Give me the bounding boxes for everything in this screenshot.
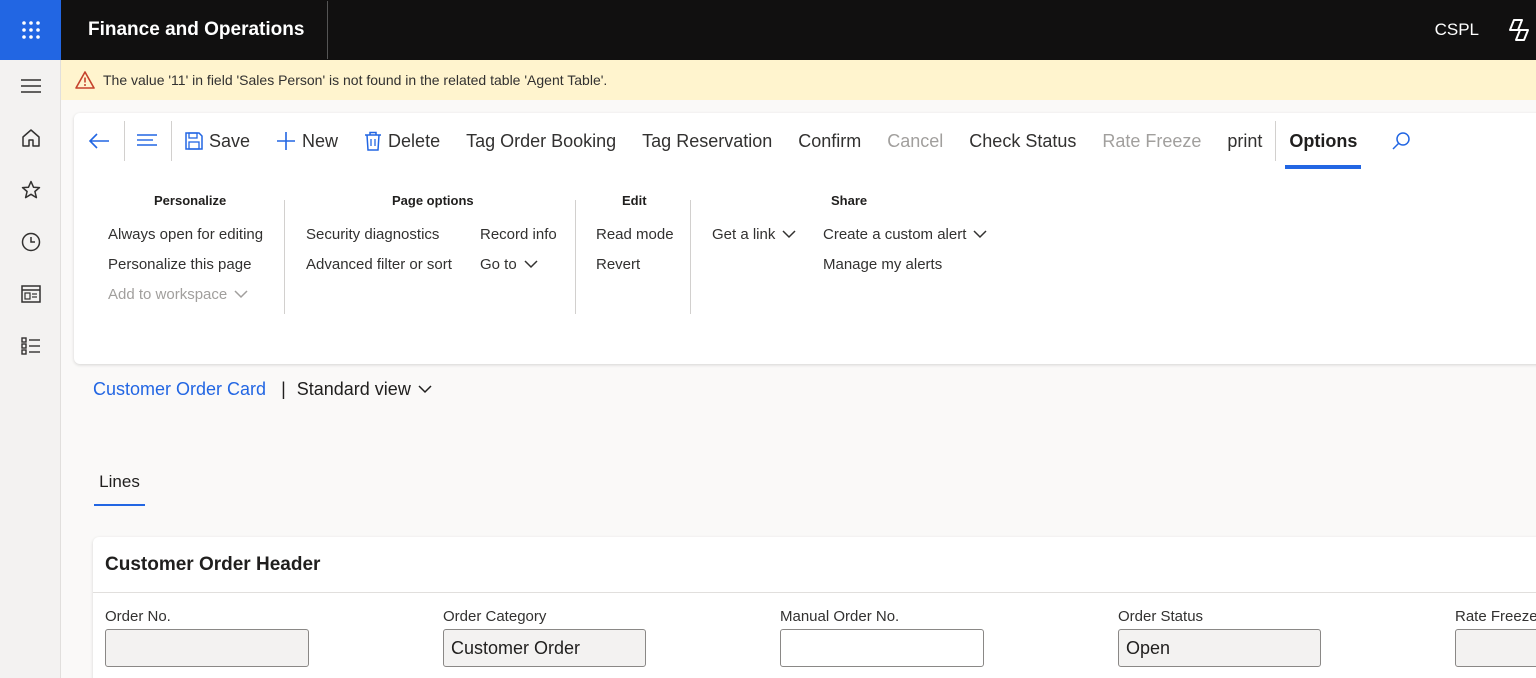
manual-order-no-field[interactable]	[780, 629, 984, 667]
save-button[interactable]: Save	[172, 121, 263, 161]
order-category-field[interactable]	[443, 629, 646, 667]
record-info[interactable]: Record info	[480, 226, 557, 243]
check-status-button[interactable]: Check Status	[956, 121, 1089, 161]
go-to-menu[interactable]: Go to	[480, 256, 538, 273]
customer-order-header-card: Customer Order Header Order No. Order Ca…	[93, 537, 1536, 678]
security-diagnostics[interactable]: Security diagnostics	[306, 226, 439, 243]
delete-button[interactable]: Delete	[351, 121, 453, 161]
order-no-label: Order No.	[105, 608, 171, 625]
go-to-label: Go to	[480, 256, 517, 273]
rate-freeze-label: Rate Freeze	[1455, 608, 1536, 625]
view-selector[interactable]: Standard view	[297, 379, 432, 400]
order-no-field[interactable]	[105, 629, 309, 667]
chevron-down-icon	[234, 290, 248, 299]
star-icon	[21, 180, 40, 199]
warning-message: The value '11' in field 'Sales Person' i…	[103, 72, 608, 88]
manual-order-no-label: Manual Order No.	[780, 608, 900, 625]
group-title: Edit	[622, 193, 647, 208]
tag-reservation-button[interactable]: Tag Reservation	[629, 121, 785, 161]
back-arrow-icon	[88, 133, 109, 149]
trash-icon	[365, 131, 382, 151]
read-mode[interactable]: Read mode	[596, 226, 674, 243]
advanced-filter-or-sort[interactable]: Advanced filter or sort	[306, 256, 452, 273]
group-edit: Edit Read mode Revert	[576, 189, 690, 314]
home-icon	[21, 129, 40, 147]
app-title[interactable]: Finance and Operations	[61, 1, 328, 59]
hamburger-icon	[20, 79, 41, 93]
rate-freeze-field[interactable]	[1455, 629, 1536, 667]
chevron-down-icon	[973, 230, 987, 239]
back-button[interactable]	[74, 121, 124, 161]
search-actions-button[interactable]	[1361, 121, 1431, 161]
workspace-icon	[20, 285, 41, 303]
rate-freeze-button[interactable]: Rate Freeze	[1089, 121, 1214, 161]
tab-lines[interactable]: Lines	[94, 472, 145, 506]
cancel-button[interactable]: Cancel	[874, 121, 956, 161]
breadcrumb-separator: |	[281, 379, 286, 399]
order-status-field[interactable]	[1118, 629, 1321, 667]
search-icon	[1392, 132, 1411, 150]
nav-workspaces[interactable]	[0, 268, 61, 320]
waffle-icon	[21, 21, 40, 39]
section-divider	[93, 592, 1536, 593]
delete-label: Delete	[388, 130, 441, 151]
save-icon	[185, 132, 203, 150]
plus-icon	[277, 132, 296, 150]
save-label: Save	[209, 130, 251, 151]
chevron-down-icon	[782, 230, 796, 239]
nav-favorites[interactable]	[0, 164, 61, 216]
new-label: New	[302, 130, 339, 151]
app-launcher-button[interactable]	[0, 0, 61, 60]
order-category-label: Order Category	[443, 608, 547, 625]
group-share: Share Get a link Create a custom alert M…	[691, 189, 1011, 314]
action-toolbar: Save New Delete Tag Order Booking Tag Re…	[74, 113, 1431, 169]
action-pane: Save New Delete Tag Order Booking Tag Re…	[74, 113, 1536, 364]
list-icon	[20, 337, 40, 355]
copilot-button[interactable]	[1506, 18, 1532, 47]
nav-recent[interactable]	[0, 216, 61, 268]
get-a-link[interactable]: Get a link	[712, 226, 796, 243]
copilot-icon	[1509, 19, 1529, 41]
get-a-link-label: Get a link	[712, 226, 776, 243]
group-title: Page options	[392, 193, 474, 208]
warning-icon	[75, 71, 95, 89]
nav-home[interactable]	[0, 112, 61, 164]
warning-banner: The value '11' in field 'Sales Person' i…	[61, 60, 1536, 100]
company-picker[interactable]: CSPL	[1435, 20, 1479, 40]
chevron-down-icon	[418, 385, 432, 394]
create-custom-alert-label: Create a custom alert	[823, 226, 967, 243]
group-title: Personalize	[154, 193, 227, 208]
nav-modules[interactable]	[0, 320, 61, 372]
view-selector-label: Standard view	[296, 379, 411, 399]
clock-icon	[21, 232, 40, 252]
list-lines-icon	[137, 134, 157, 146]
add-to-workspace-label: Add to workspace	[108, 286, 228, 303]
group-title: Share	[831, 193, 868, 208]
page-title-link[interactable]: Customer Order Card	[93, 379, 266, 400]
chevron-down-icon	[524, 260, 538, 269]
personalize-this-page[interactable]: Personalize this page	[108, 256, 251, 273]
tab-options[interactable]: Options	[1285, 113, 1362, 169]
navigation-rail	[0, 60, 61, 678]
group-page-options: Page options Security diagnostics Advanc…	[285, 189, 575, 314]
new-button[interactable]: New	[263, 121, 351, 161]
order-status-label: Order Status	[1118, 608, 1204, 625]
show-list-button[interactable]	[125, 121, 171, 161]
expand-navigation-button[interactable]	[0, 60, 61, 112]
revert[interactable]: Revert	[596, 256, 640, 273]
section-title[interactable]: Customer Order Header	[105, 554, 320, 576]
add-to-workspace[interactable]: Add to workspace	[108, 286, 248, 303]
manage-my-alerts[interactable]: Manage my alerts	[823, 256, 942, 273]
confirm-button[interactable]: Confirm	[785, 121, 874, 161]
tag-order-booking-button[interactable]: Tag Order Booking	[453, 121, 629, 161]
group-personalize: Personalize Always open for editing Pers…	[74, 189, 284, 314]
top-bar: Finance and Operations CSPL	[0, 0, 1536, 60]
create-custom-alert[interactable]: Create a custom alert	[823, 226, 987, 243]
always-open-for-editing[interactable]: Always open for editing	[108, 226, 263, 243]
breadcrumb: Customer Order Card | Standard view	[93, 379, 432, 400]
print-button[interactable]: print	[1214, 121, 1275, 161]
toolbar-divider	[1275, 121, 1277, 161]
